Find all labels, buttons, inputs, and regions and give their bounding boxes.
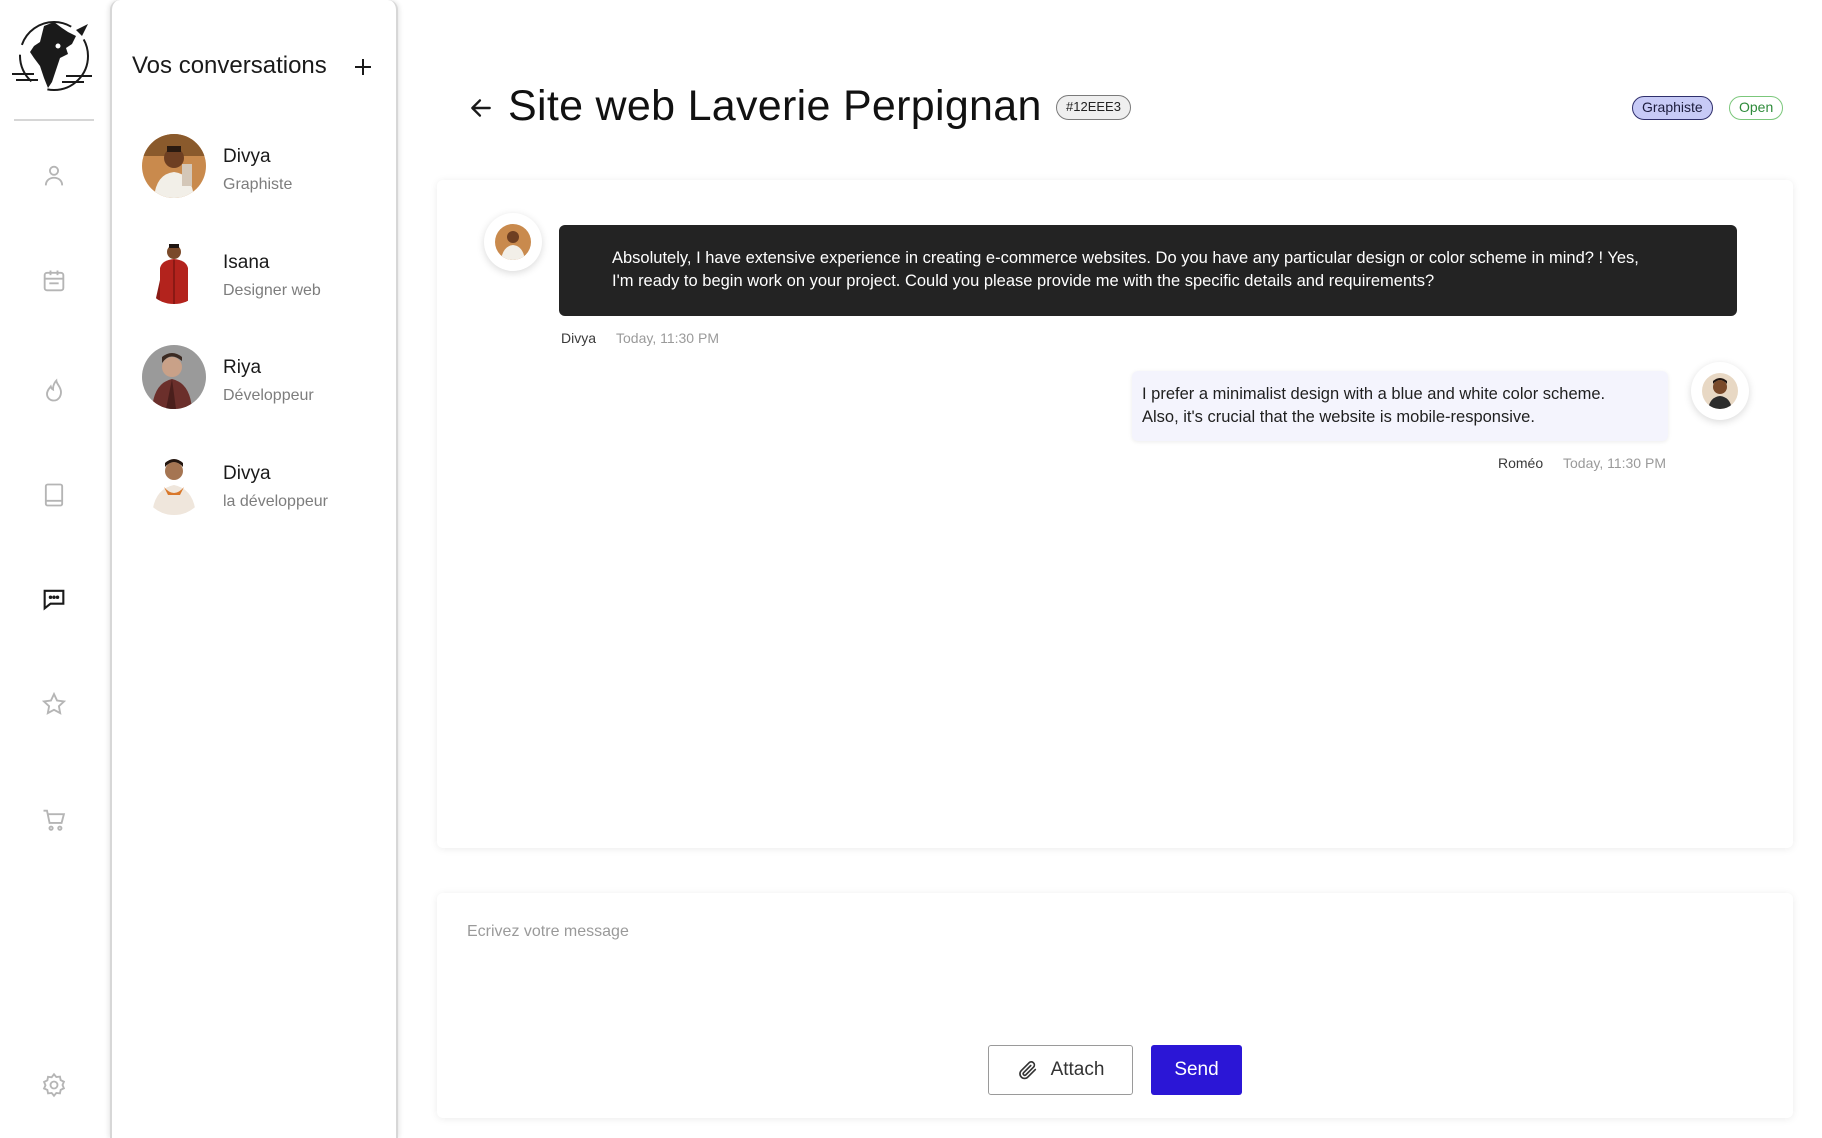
calendar-icon[interactable] xyxy=(34,261,74,301)
outgoing-message-bubble: I prefer a minimalist design with a blue… xyxy=(1132,371,1668,441)
avatar xyxy=(142,451,206,515)
conversation-name: Divya xyxy=(223,146,271,167)
message-timestamp: Today, 11:30 PM xyxy=(1563,455,1666,471)
ticket-id-badge: #12EEE3 xyxy=(1056,95,1131,120)
avatar xyxy=(142,240,206,304)
india-map-logo-icon xyxy=(10,18,98,96)
conversations-title: Vos conversations xyxy=(132,52,327,79)
app-root: Vos conversations Divya Graphiste Isana … xyxy=(0,0,1822,1138)
status-badge: Open xyxy=(1729,96,1784,120)
user-icon[interactable] xyxy=(34,156,74,196)
message-text-line: I prefer a minimalist design with a blue… xyxy=(1142,385,1606,403)
incoming-message-bubble: Absolutely, I have extensive experience … xyxy=(559,225,1737,316)
new-conversation-button[interactable] xyxy=(348,52,378,82)
conversation-role: Développeur xyxy=(223,387,314,404)
message-composer: Attach Send xyxy=(437,893,1793,1118)
plus-icon xyxy=(355,59,371,75)
arrow-left-icon xyxy=(471,99,491,117)
conversation-name: Isana xyxy=(223,252,270,273)
role-badge: Graphiste xyxy=(1632,96,1713,120)
message-timestamp: Today, 11:30 PM xyxy=(616,330,719,346)
star-icon[interactable] xyxy=(34,684,74,724)
back-button[interactable] xyxy=(463,90,499,126)
avatar xyxy=(142,134,206,198)
rail-divider xyxy=(14,119,94,121)
message-text-line: I'm ready to begin work on your project.… xyxy=(612,272,1435,290)
conversation-role: Designer web xyxy=(223,282,321,299)
conversation-name: Divya xyxy=(223,463,271,484)
message-author: Divya xyxy=(561,330,597,346)
conversation-role: la développeur xyxy=(223,493,328,510)
message-avatar xyxy=(1691,362,1749,420)
conversation-item[interactable]: Isana Designer web xyxy=(132,240,382,320)
message-input[interactable] xyxy=(467,923,1757,1023)
paperclip-icon xyxy=(1018,1061,1036,1080)
book-icon[interactable] xyxy=(34,475,74,515)
cart-icon[interactable] xyxy=(34,800,74,840)
icon-rail xyxy=(0,0,110,1138)
conversation-item[interactable]: Divya Graphiste xyxy=(132,134,382,214)
settings-icon[interactable] xyxy=(34,1065,74,1105)
message-author: Roméo xyxy=(1498,455,1544,471)
chat-icon[interactable] xyxy=(34,579,74,619)
message-avatar xyxy=(484,213,542,271)
message-thread: Absolutely, I have extensive experience … xyxy=(437,180,1793,848)
message-text-line: Absolutely, I have extensive experience … xyxy=(612,249,1639,267)
flame-icon[interactable] xyxy=(34,370,74,410)
send-button[interactable]: Send xyxy=(1151,1045,1242,1095)
attach-button[interactable]: Attach xyxy=(988,1045,1133,1095)
conversation-name: Riya xyxy=(223,357,262,378)
conversation-role: Graphiste xyxy=(223,176,293,193)
conversation-item[interactable]: Divya la développeur xyxy=(132,451,382,531)
conversation-list: Vos conversations Divya Graphiste Isana … xyxy=(110,0,398,1138)
attach-label: Attach xyxy=(1050,1059,1105,1080)
message-text-line: Also, it's crucial that the website is m… xyxy=(1142,408,1535,426)
page-title: Site web Laverie Perpignan xyxy=(508,82,1042,130)
avatar xyxy=(142,345,206,409)
conversation-item[interactable]: Riya Développeur xyxy=(132,345,382,425)
